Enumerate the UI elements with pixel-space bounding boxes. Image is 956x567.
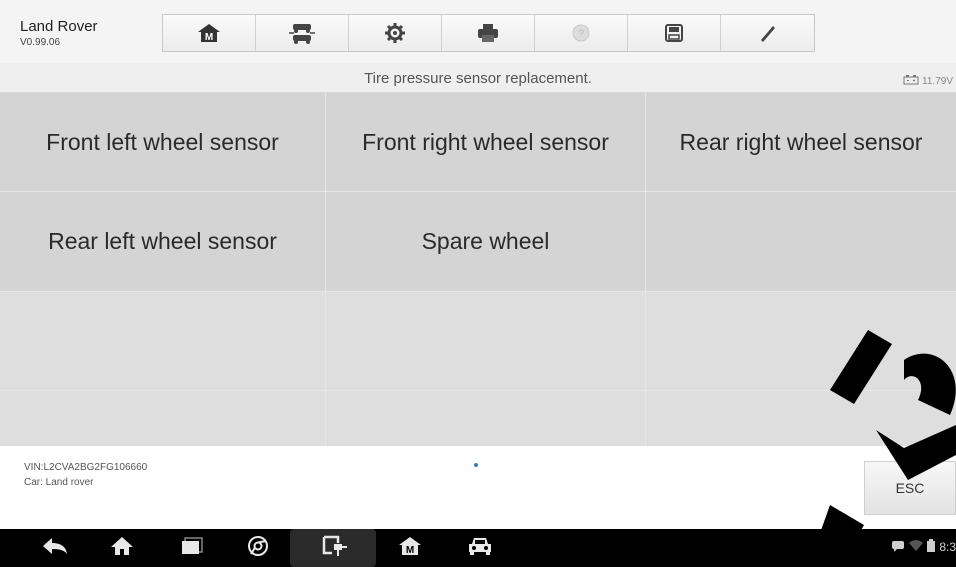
grid-cell-empty: [326, 292, 646, 391]
recent-apps-button[interactable]: [177, 536, 207, 560]
browser-button[interactable]: [243, 535, 273, 562]
page-indicator: [474, 463, 478, 467]
front-right-wheel-sensor-button[interactable]: Front right wheel sensor: [326, 93, 646, 192]
maxisys-home-button[interactable]: M: [395, 536, 425, 561]
home-button[interactable]: M: [163, 15, 256, 51]
system-nav-bar: M 8:3: [0, 529, 956, 567]
front-left-wheel-sensor-button[interactable]: Front left wheel sensor: [0, 93, 326, 192]
save-icon: [665, 24, 683, 42]
svg-text:M: M: [406, 545, 414, 556]
app-version: V0.99.06: [20, 37, 61, 48]
battery-indicator: 11.79V: [903, 72, 953, 90]
vehicle-menu-button[interactable]: [465, 537, 495, 559]
vehicle-info-footer: VIN:L2CVA2BG2FG106660 Car: Land rover ES…: [0, 446, 956, 529]
help-button[interactable]: ?: [535, 15, 628, 51]
toolbar: M ?: [162, 14, 815, 52]
chat-icon: [891, 540, 905, 555]
grid-cell-empty: [0, 391, 326, 446]
vin-label: VIN:L2CVA2BG2FG106660: [24, 462, 148, 473]
battery-status-icon: [927, 539, 936, 555]
page-title: Tire pressure sensor replacement.: [364, 70, 592, 87]
grid-cell-empty: [646, 391, 956, 446]
battery-icon: [903, 72, 919, 90]
settings-button[interactable]: [349, 15, 442, 51]
rear-left-wheel-sensor-button[interactable]: Rear left wheel sensor: [0, 192, 326, 292]
rear-right-wheel-sensor-button[interactable]: Rear right wheel sensor: [646, 93, 956, 192]
svg-text:?: ?: [578, 28, 584, 40]
system-tray: 8:3: [891, 539, 956, 555]
vci-connection-icon: [322, 535, 348, 562]
app-info: Land Rover V0.99.06: [20, 18, 98, 48]
status-strip: Tire pressure sensor replacement. 11.79V: [0, 63, 956, 93]
vehicle-swap-icon: [288, 22, 316, 44]
home-icon: M: [197, 23, 221, 43]
sensor-grid: Front left wheel sensor Front right whee…: [0, 93, 956, 446]
app-name: Land Rover: [20, 18, 98, 35]
esc-button[interactable]: ESC: [864, 461, 956, 515]
vehicle-info: VIN:L2CVA2BG2FG106660 Car: Land rover: [24, 460, 147, 490]
wifi-icon: [909, 539, 924, 555]
vci-connection-button[interactable]: [320, 535, 350, 562]
back-button[interactable]: [40, 537, 70, 559]
help-icon: ?: [571, 23, 591, 43]
back-icon: [42, 537, 68, 560]
save-button[interactable]: [628, 15, 721, 51]
clock: 8:3: [939, 540, 956, 554]
app-header: Land Rover V0.99.06 M ?: [0, 0, 956, 63]
vehicle-swap-button[interactable]: [256, 15, 349, 51]
grid-cell-empty: [646, 192, 956, 292]
grid-cell-empty: [646, 292, 956, 391]
home-nav-icon: [110, 536, 134, 561]
edit-button[interactable]: [721, 15, 814, 51]
spare-wheel-button[interactable]: Spare wheel: [326, 192, 646, 292]
browser-icon: [247, 535, 269, 562]
svg-text:M: M: [205, 32, 213, 43]
car-icon: [467, 536, 493, 561]
edit-icon: [758, 23, 778, 43]
settings-icon: [385, 23, 405, 43]
print-button[interactable]: [442, 15, 535, 51]
maxisys-home-icon: M: [398, 536, 422, 561]
grid-cell-empty: [0, 292, 326, 391]
print-icon: [477, 23, 499, 43]
home-nav-button[interactable]: [107, 536, 137, 561]
grid-cell-empty: [326, 391, 646, 446]
recent-apps-icon: [181, 536, 203, 560]
car-label: Car: Land rover: [24, 477, 94, 488]
battery-voltage: 11.79V: [922, 75, 953, 87]
